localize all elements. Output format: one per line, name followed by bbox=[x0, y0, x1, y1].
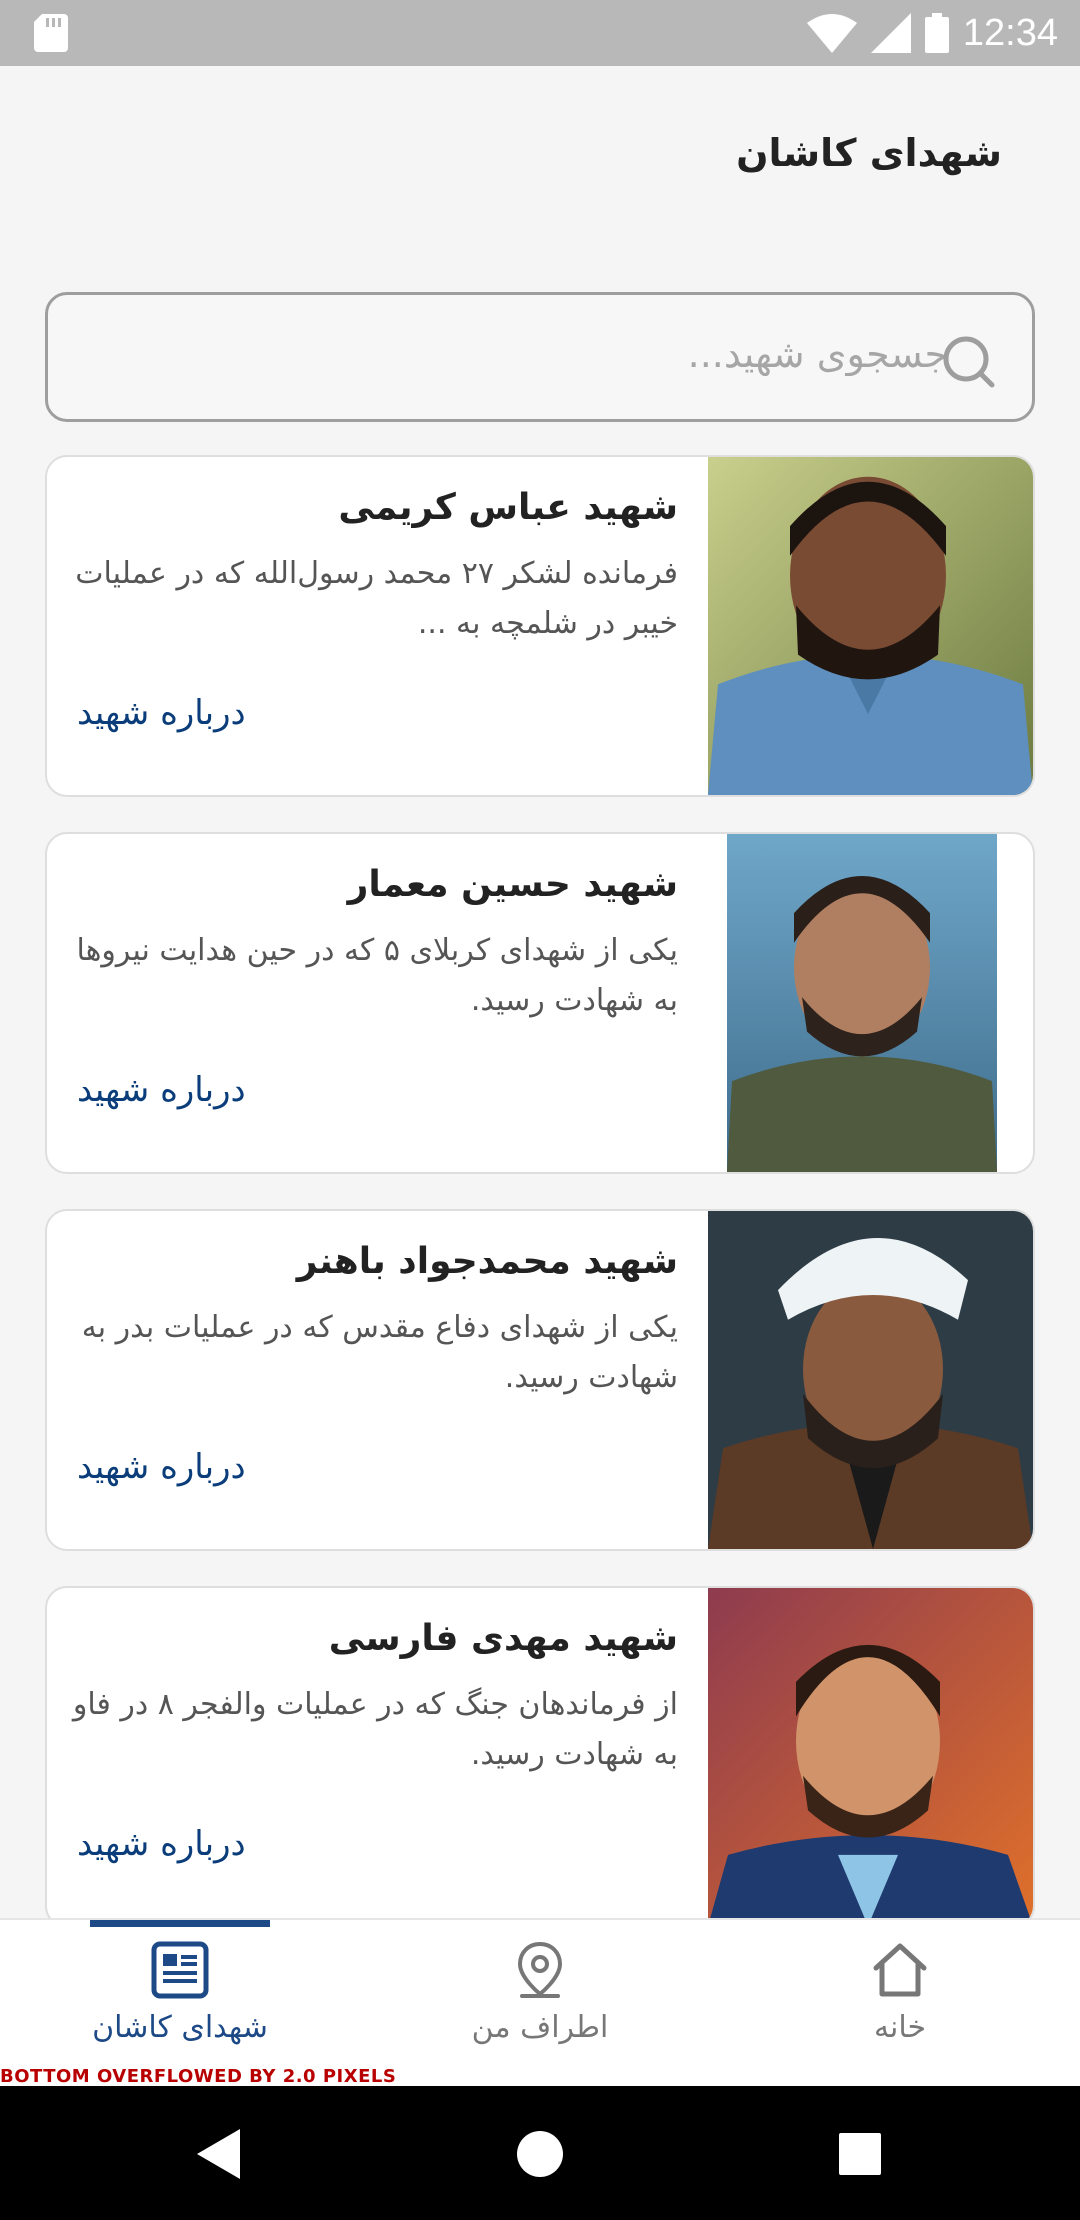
martyr-card[interactable]: شهید محمدجواد باهنر یکی از شهدای دفاع مق… bbox=[45, 1209, 1035, 1551]
card-description: فرمانده لشکر ۲۷ محمد رسول‌الله که در عمل… bbox=[75, 556, 678, 641]
home-button-icon[interactable] bbox=[505, 2119, 575, 2189]
bottom-navigation: شهدای کاشان اطراف من خانه BOTTOM OVERFLO… bbox=[0, 1918, 1080, 2087]
martyr-card[interactable]: شهید حسین معمار یکی از شهدای کربلای ۵ که… bbox=[45, 832, 1035, 1174]
martyr-photo bbox=[708, 1588, 1033, 1926]
card-title: شهید حسین معمار bbox=[347, 864, 678, 905]
system-navigation-bar bbox=[0, 2086, 1080, 2220]
about-martyr-link[interactable]: درباره شهید bbox=[77, 1824, 246, 1864]
battery-icon bbox=[924, 13, 949, 53]
active-tab-indicator bbox=[90, 1920, 270, 1927]
tab-martyrs[interactable]: شهدای کاشان bbox=[80, 1940, 280, 2060]
about-martyr-link[interactable]: درباره شهید bbox=[77, 1070, 246, 1110]
martyr-card[interactable]: شهید مهدی فارسی از فرماندهان جنگ که در ع… bbox=[45, 1586, 1035, 1928]
martyr-photo bbox=[727, 834, 997, 1172]
card-title: شهید عباس کریمی bbox=[338, 487, 678, 528]
search-icon[interactable] bbox=[940, 333, 996, 389]
card-description: یکی از شهدای کربلای ۵ که در حین هدایت نی… bbox=[76, 933, 678, 1018]
tab-label: خانه bbox=[873, 2010, 927, 2045]
martyr-photo bbox=[708, 457, 1033, 795]
location-pin-icon bbox=[517, 1941, 563, 1998]
app-bar: شهدای کاشان bbox=[0, 66, 1080, 256]
tab-home[interactable]: خانه bbox=[800, 1940, 1000, 2060]
tab-label: اطراف من bbox=[471, 2010, 609, 2045]
tab-label: شهدای کاشان bbox=[92, 2010, 268, 2045]
martyr-photo bbox=[708, 1211, 1033, 1549]
about-martyr-link[interactable]: درباره شهید bbox=[77, 693, 246, 733]
status-bar: 12:34 bbox=[0, 0, 1080, 66]
card-title: شهید مهدی فارسی bbox=[328, 1618, 678, 1659]
wifi-icon bbox=[806, 14, 857, 53]
recents-icon[interactable] bbox=[825, 2119, 895, 2189]
card-description: از فرماندهان جنگ که در عملیات والفجر ۸ د… bbox=[72, 1687, 678, 1772]
page-title: شهدای کاشان bbox=[736, 131, 1002, 175]
status-time: 12:34 bbox=[962, 11, 1058, 54]
overflow-warning: BOTTOM OVERFLOWED BY 2.0 PIXELS bbox=[0, 2066, 397, 2087]
signal-icon bbox=[870, 13, 911, 53]
back-icon[interactable] bbox=[185, 2119, 255, 2189]
sd-card-icon bbox=[34, 14, 68, 52]
about-martyr-link[interactable]: درباره شهید bbox=[77, 1447, 246, 1487]
newspaper-icon bbox=[151, 1941, 209, 1999]
martyr-card[interactable]: شهید عباس کریمی فرمانده لشکر ۲۷ محمد رسو… bbox=[45, 455, 1035, 797]
card-title: شهید محمدجواد باهنر bbox=[296, 1241, 678, 1282]
card-description: یکی از شهدای دفاع مقدس که در عملیات بدر … bbox=[81, 1310, 678, 1395]
search-bar[interactable] bbox=[45, 292, 1035, 422]
home-icon bbox=[873, 1943, 927, 1997]
tab-nearby[interactable]: اطراف من bbox=[440, 1940, 640, 2060]
search-input[interactable] bbox=[88, 319, 948, 389]
